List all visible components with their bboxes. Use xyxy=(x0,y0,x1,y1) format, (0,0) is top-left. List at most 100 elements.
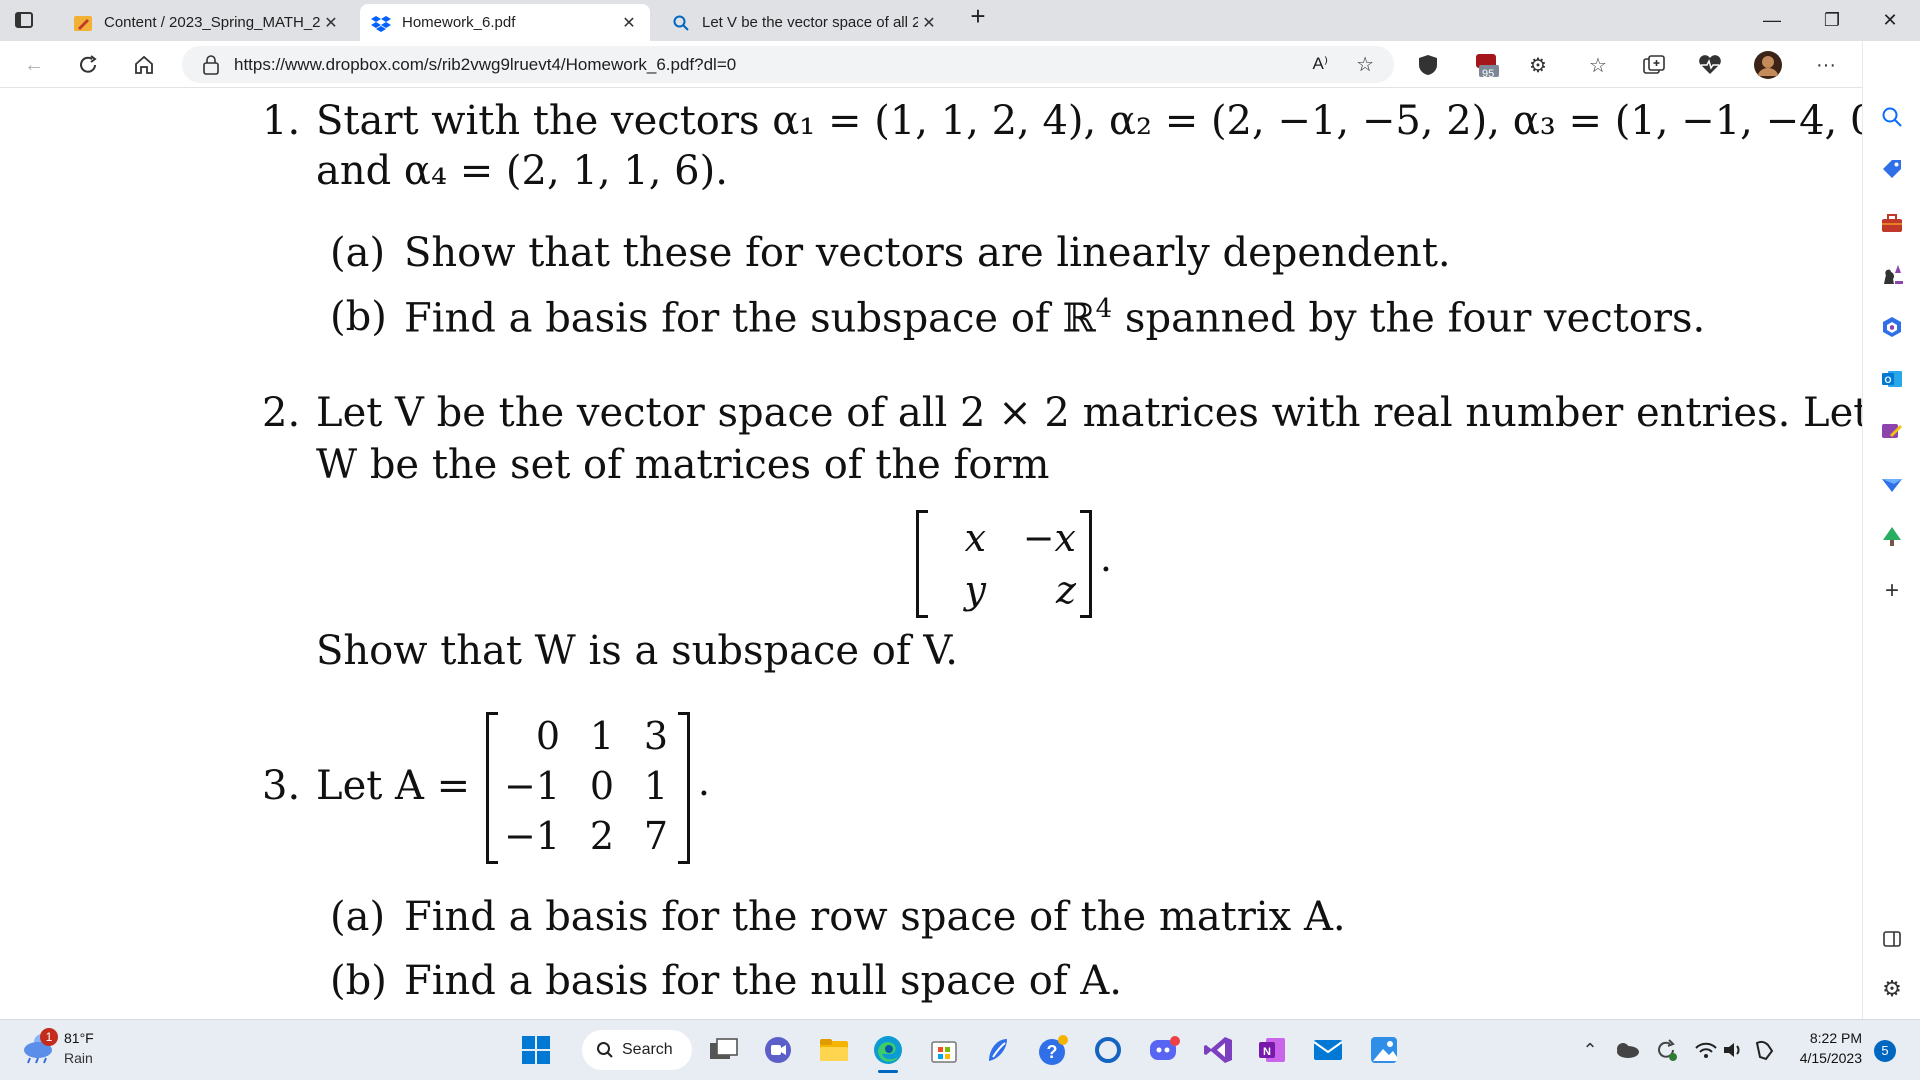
problem-1-number: 1. xyxy=(262,98,301,144)
designer-icon[interactable] xyxy=(1880,419,1904,443)
games-chess-icon[interactable] xyxy=(1880,263,1904,287)
left-bracket xyxy=(486,712,498,864)
clock-time[interactable]: 8:22 PM xyxy=(1792,1030,1862,1046)
weather-desc: Rain xyxy=(64,1050,93,1066)
start-button[interactable] xyxy=(518,1032,554,1068)
browser-toolbar: ← https://www.dropbox.com/s/rib2vwg9lrue… xyxy=(0,41,1920,88)
onenote-icon[interactable]: N xyxy=(1254,1032,1290,1068)
microsoft-365-icon[interactable] xyxy=(1880,315,1904,339)
matrix-a: 0 1 3 −1 0 1 −1 2 7 . xyxy=(486,712,746,868)
file-explorer-icon[interactable] xyxy=(816,1032,852,1068)
read-aloud-icon[interactable]: A⁾ xyxy=(1312,54,1328,74)
problem-3b-label: (b) xyxy=(330,958,387,1004)
problem-1a-text: Show that these for vectors are linearly… xyxy=(404,230,1451,276)
lock-icon xyxy=(202,55,220,80)
outlook-icon[interactable]: O xyxy=(1880,367,1904,391)
favorites-icon[interactable]: ☆ xyxy=(1582,49,1614,81)
matrix-cell: −x xyxy=(1022,516,1076,560)
address-bar[interactable]: https://www.dropbox.com/s/rib2vwg9lruevt… xyxy=(182,46,1394,83)
tab-content[interactable]: Content / 2023_Spring_MATH_23 ✕ xyxy=(62,4,352,41)
edge-sidebar: O + ⚙ xyxy=(1862,41,1920,1019)
matrix-period: . xyxy=(697,760,710,804)
tab-actions-button[interactable] xyxy=(8,4,40,36)
matrix-cell: −1 xyxy=(504,764,561,808)
show-hidden-icons-button[interactable]: ⌃ xyxy=(1572,1032,1608,1068)
home-button[interactable] xyxy=(128,49,160,81)
close-window-button[interactable]: ✕ xyxy=(1870,6,1910,34)
svg-text:O: O xyxy=(1884,375,1891,385)
search-icon[interactable] xyxy=(1880,105,1904,129)
tab-search-result[interactable]: Let V be the vector space of all 2 ✕ xyxy=(660,4,950,41)
problem-3a-label: (a) xyxy=(330,894,386,940)
visual-studio-icon[interactable] xyxy=(1200,1032,1236,1068)
shield-extension-icon[interactable] xyxy=(1412,49,1444,81)
new-tab-button[interactable]: + xyxy=(958,2,998,30)
microsoft-store-icon[interactable] xyxy=(926,1032,962,1068)
extensions-puzzle-icon[interactable]: ⚙ xyxy=(1522,49,1554,81)
pencil-folder-icon xyxy=(72,12,94,34)
dropbox-icon xyxy=(370,12,392,34)
pdf-viewer: 1. Start with the vectors α₁ = (1, 1, 2,… xyxy=(0,88,1862,1019)
right-bracket xyxy=(678,712,690,864)
tree-icon[interactable] xyxy=(1880,525,1904,549)
tools-briefcase-icon[interactable] xyxy=(1880,211,1904,235)
taskbar-search[interactable]: Search xyxy=(582,1030,692,1070)
search-label: Search xyxy=(622,1041,673,1058)
refresh-button[interactable] xyxy=(72,49,104,81)
browser-tab-strip: Content / 2023_Spring_MATH_23 ✕ Homework… xyxy=(0,0,1920,41)
browser-essentials-icon[interactable] xyxy=(1694,49,1726,81)
matrix-cell: 0 xyxy=(535,714,560,758)
problem-3b-text: Find a basis for the null space of A. xyxy=(404,958,1122,1004)
problem-1-line1: Start with the vectors α₁ = (1, 1, 2, 4)… xyxy=(316,98,1862,144)
windows-taskbar: 1 81°F Rain Search ? N ⌃ 8:22 PM 4/15/20… xyxy=(0,1019,1920,1080)
home-icon xyxy=(135,55,153,74)
sidebar-settings-icon[interactable]: ⚙ xyxy=(1880,976,1904,1001)
extension-badge-icon[interactable]: 95 xyxy=(1470,49,1502,81)
matrix-cell: 0 xyxy=(589,764,614,808)
tab-homework-pdf[interactable]: Homework_6.pdf ✕ xyxy=(360,4,650,41)
search-icon xyxy=(670,12,692,34)
notification-badge[interactable]: 5 xyxy=(1874,1040,1896,1062)
url-text: https://www.dropbox.com/s/rib2vwg9lruevt… xyxy=(234,54,737,74)
right-bracket xyxy=(1080,510,1092,618)
onedrive-icon[interactable] xyxy=(1608,1032,1644,1068)
windows-icon xyxy=(522,1036,550,1064)
add-sidebar-app-icon[interactable]: + xyxy=(1880,577,1904,604)
close-tab-icon[interactable]: ✕ xyxy=(320,13,342,33)
task-view-icon[interactable] xyxy=(706,1032,742,1068)
settings-more-button[interactable]: ··· xyxy=(1810,49,1842,81)
problem-2-line1: Let V be the vector space of all 2 × 2 m… xyxy=(316,390,1862,436)
problem-1b-label: (b) xyxy=(330,294,387,340)
tab-label: Let V be the vector space of all 2 xyxy=(702,14,918,31)
refresh-icon xyxy=(80,55,97,73)
discord-icon[interactable] xyxy=(1146,1032,1182,1068)
mail-icon[interactable] xyxy=(1310,1032,1346,1068)
help-icon[interactable]: ? xyxy=(1036,1032,1072,1068)
problem-2-line3: Show that W is a subspace of V. xyxy=(316,628,958,674)
pen-app-icon[interactable] xyxy=(980,1032,1016,1068)
tab-label: Homework_6.pdf xyxy=(402,14,516,31)
battery-icon[interactable] xyxy=(1746,1032,1782,1068)
cortana-icon[interactable] xyxy=(1090,1032,1126,1068)
clock-date[interactable]: 4/15/2023 xyxy=(1784,1050,1862,1066)
sidebar-layout-icon[interactable] xyxy=(1880,927,1904,951)
teams-chat-icon[interactable] xyxy=(760,1032,796,1068)
problem-2-number: 2. xyxy=(262,390,301,436)
edge-browser-icon[interactable] xyxy=(870,1032,906,1073)
weather-widget[interactable]: 1 81°F Rain xyxy=(22,1028,94,1071)
shopping-tag-icon[interactable] xyxy=(1880,157,1904,181)
back-button[interactable]: ← xyxy=(18,49,50,81)
weather-temp: 81°F xyxy=(64,1030,94,1046)
profile-avatar[interactable] xyxy=(1752,49,1784,81)
collections-icon[interactable] xyxy=(1638,49,1670,81)
problem-1a-label: (a) xyxy=(330,230,386,276)
close-tab-icon[interactable]: ✕ xyxy=(918,13,940,33)
problem-1-line2: and α₄ = (2, 1, 1, 6). xyxy=(316,148,728,194)
photos-icon[interactable] xyxy=(1366,1032,1402,1068)
send-drop-icon[interactable] xyxy=(1880,473,1904,497)
sync-icon[interactable] xyxy=(1648,1032,1684,1068)
restore-button[interactable]: ❐ xyxy=(1812,6,1852,34)
close-tab-icon[interactable]: ✕ xyxy=(618,13,640,33)
minimize-button[interactable]: — xyxy=(1752,6,1792,34)
add-favorite-icon[interactable]: ☆ xyxy=(1356,52,1374,77)
